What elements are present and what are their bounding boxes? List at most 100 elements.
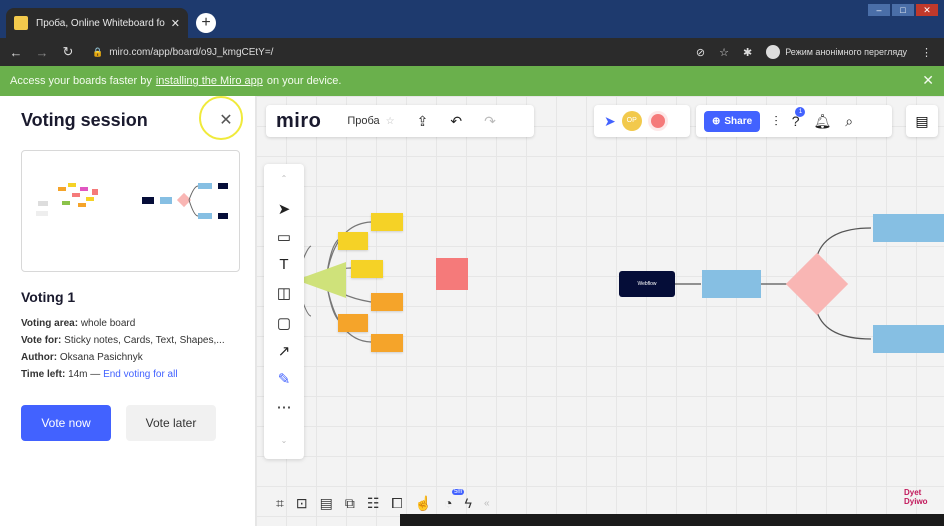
incognito-icon	[766, 45, 781, 59]
redo-icon[interactable]: ↷	[484, 113, 496, 130]
globe-icon: ⊕	[712, 115, 721, 127]
share-button[interactable]: ⊕ Share	[704, 110, 761, 132]
address-bar: ← → ↻ 🔒 miro.com/app/board/o9J_kmgCEtY=/…	[0, 38, 944, 66]
sticky-note[interactable]	[338, 232, 368, 250]
voting-panel: Voting session ✕ Voting 1 Voting area: w…	[0, 96, 256, 526]
board-preview-graphic	[36, 183, 228, 219]
author-label: Author:	[21, 352, 58, 363]
panel-title: Voting session	[21, 110, 148, 130]
toolbar-expand-icon[interactable]: ⌄	[264, 436, 304, 445]
select-icon[interactable]: ➤	[264, 200, 304, 218]
time-left-row: Time left: 14m — End voting for all	[21, 369, 178, 380]
sticky-note[interactable]	[338, 314, 368, 332]
frame-icon[interactable]: ⌗	[276, 495, 284, 512]
flow-start-label: Webflow	[637, 281, 657, 287]
share-label: Share	[724, 115, 753, 127]
board-actions-bar: ⊕ Share ⫶ ? 1 🔔︎ ⌕	[696, 105, 892, 137]
collapse-icon[interactable]: «	[484, 498, 490, 509]
sticky-note-pink[interactable]	[436, 258, 468, 290]
share-screen-icon[interactable]: ⧠	[391, 495, 402, 512]
bell-icon[interactable]: 🔔︎	[813, 113, 831, 130]
toolbar-collapse-icon[interactable]: ⌃	[264, 174, 304, 183]
cards-icon[interactable]: ⧉	[345, 495, 355, 512]
cursor-icon[interactable]: ➤	[604, 113, 616, 130]
window-close-button[interactable]: ✕	[916, 4, 938, 16]
embed-icon[interactable]: ⊡	[296, 495, 308, 512]
url-text: miro.com/app/board/o9J_kmgCEtY=/	[109, 46, 274, 58]
reload-icon[interactable]: ↻	[58, 44, 78, 60]
flow-step-shape[interactable]	[702, 270, 761, 298]
voting-name: Voting 1	[21, 289, 76, 305]
close-icon[interactable]: ✕	[171, 17, 180, 30]
flow-step-shape[interactable]	[873, 325, 944, 353]
minimize-button[interactable]: –	[868, 4, 890, 16]
board-connectors	[295, 221, 872, 343]
sticky-note[interactable]	[351, 260, 383, 278]
activity-icon[interactable]: ϟ	[465, 495, 472, 511]
star-icon[interactable]: ☆	[719, 46, 729, 59]
text-icon[interactable]: T	[264, 256, 304, 273]
maximize-button[interactable]: □	[892, 4, 914, 16]
lock-icon: 🔒	[92, 46, 104, 57]
vote-for-value: Sticky notes, Cards, Text, Shapes,...	[64, 335, 225, 346]
help-icon[interactable]: ? 1	[792, 107, 806, 129]
voting-area-value: whole board	[80, 318, 136, 329]
chat-icon[interactable]: ▤	[320, 495, 333, 512]
help-badge: 1	[795, 107, 806, 117]
extension-icon[interactable]: ✱	[743, 46, 752, 59]
browser-tab-strip: Проба, Online Whiteboard for V ✕ + – □ ✕	[0, 0, 944, 38]
browser-tab[interactable]: Проба, Online Whiteboard for V ✕	[6, 8, 188, 38]
star-icon[interactable]: ☆	[386, 116, 395, 127]
install-app-banner: Access your boards faster by installing …	[0, 66, 944, 96]
sticky-note[interactable]	[371, 213, 403, 231]
video-watermark: Dyet Dyiwo	[904, 488, 928, 506]
miro-logo[interactable]: miro	[276, 110, 321, 133]
notes-icon[interactable]: ▤	[906, 105, 938, 137]
url-field[interactable]: 🔒 miro.com/app/board/o9J_kmgCEtY=/	[92, 47, 696, 58]
author-value: Oksana Pasichnyk	[59, 352, 143, 363]
avatar[interactable]	[647, 111, 668, 131]
vote-now-button[interactable]: Vote now	[21, 405, 111, 441]
vote-later-button[interactable]: Vote later	[126, 405, 216, 441]
menu-icon[interactable]: ⋮	[921, 46, 932, 59]
timer-badge: 5m	[452, 489, 465, 495]
whiteboard-canvas[interactable]: Webflow miro Проба ☆ ⇪ ↶ ↷ ➤ OP ⊕ Share …	[256, 96, 944, 526]
plus-icon[interactable]: +	[196, 13, 216, 33]
vote-for-label: Vote for:	[21, 335, 62, 346]
templates-icon[interactable]: ▭	[264, 228, 304, 246]
banner-text-before: Access your boards faster by	[10, 75, 152, 87]
board-name[interactable]: Проба	[347, 115, 379, 127]
back-icon[interactable]: ←	[6, 45, 26, 60]
comment-icon[interactable]: ▢	[264, 314, 304, 332]
mindmap-center-shape[interactable]	[296, 260, 350, 300]
kanban-icon[interactable]: ☷	[367, 495, 380, 512]
more-icon[interactable]: ⋯	[264, 398, 304, 416]
upload-icon[interactable]: ⇪	[417, 113, 429, 130]
search-icon[interactable]: ⌕	[845, 113, 853, 130]
tracking-icon[interactable]: ⊘	[696, 46, 705, 59]
undo-icon[interactable]: ↶	[450, 113, 462, 130]
miro-favicon-icon	[14, 16, 28, 30]
vote-icon[interactable]: ☝	[415, 495, 432, 512]
forward-icon[interactable]: →	[32, 45, 52, 60]
settings-icon[interactable]: ⫶	[774, 113, 778, 130]
sticky-note[interactable]	[371, 293, 403, 311]
end-voting-link[interactable]: End voting for all	[103, 369, 178, 380]
timer-icon[interactable]: ◔ 5m	[444, 489, 465, 511]
close-icon[interactable]: ✕	[922, 72, 934, 89]
connector-icon[interactable]: ↗	[264, 342, 304, 360]
flow-step-shape[interactable]	[873, 214, 944, 242]
install-app-link[interactable]: installing the Miro app	[156, 75, 263, 87]
avatar[interactable]: OP	[621, 111, 642, 131]
incognito-indicator[interactable]: Режим анонімного перегляду	[766, 45, 907, 59]
close-icon[interactable]: ✕	[213, 108, 239, 134]
collaborators-bar: ➤ OP	[594, 105, 690, 137]
flow-start-shape[interactable]: Webflow	[619, 271, 675, 297]
sticky-note[interactable]	[371, 334, 403, 352]
sticky-note-icon[interactable]: ◫	[264, 284, 304, 302]
voting-area-label: Voting area:	[21, 318, 79, 329]
pen-icon[interactable]: ✎	[264, 370, 304, 388]
tab-title: Проба, Online Whiteboard for V	[36, 17, 165, 29]
time-left-value: 14m —	[68, 369, 101, 380]
window-controls: – □ ✕	[868, 4, 938, 16]
